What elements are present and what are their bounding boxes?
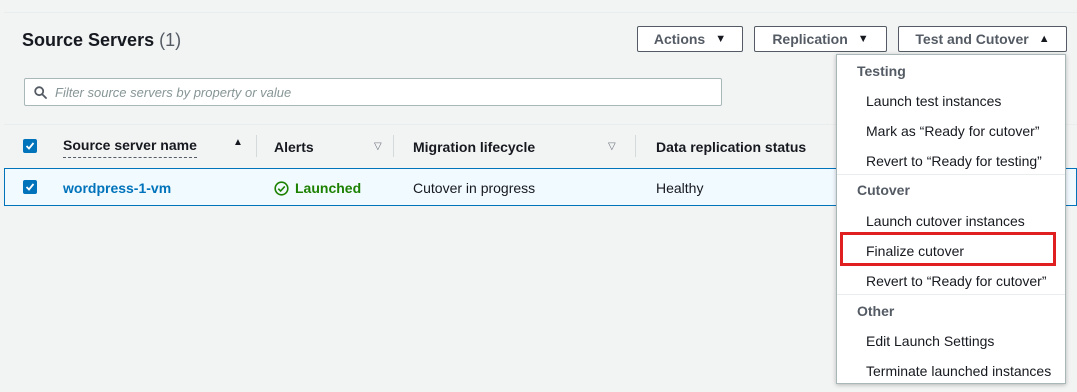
column-header-label: Migration lifecycle — [413, 139, 536, 155]
actions-button[interactable]: Actions ▼ — [637, 26, 743, 52]
menu-item-launch-cutover-instances[interactable]: Launch cutover instances — [866, 213, 1025, 229]
page-title: Source Servers (1) — [22, 30, 181, 51]
filter-search[interactable] — [24, 78, 722, 106]
column-header-label: Source server name — [63, 137, 197, 158]
test-and-cutover-button[interactable]: Test and Cutover ▲ — [898, 26, 1067, 52]
checkbox-checked-icon — [25, 183, 35, 191]
menu-item-revert-ready-for-testing[interactable]: Revert to “Ready for testing” — [866, 153, 1042, 169]
column-header-alerts[interactable]: Alerts — [274, 139, 314, 155]
caret-down-icon: ▼ — [857, 33, 869, 45]
server-count: (1) — [159, 30, 182, 50]
column-header-source-server-name[interactable]: Source server name — [63, 137, 197, 158]
actions-button-label: Actions — [653, 31, 706, 47]
sort-neutral-icon[interactable]: ▽ — [608, 141, 616, 152]
menu-item-terminate-launched-instances[interactable]: Terminate launched instances — [866, 363, 1051, 379]
column-header-label: Data replication status — [656, 139, 807, 155]
column-header-migration-lifecycle[interactable]: Migration lifecycle — [413, 139, 535, 155]
column-divider — [393, 135, 394, 157]
migration-lifecycle-value: Cutover in progress — [413, 180, 536, 196]
menu-item-revert-ready-for-cutover[interactable]: Revert to “Ready for cutover” — [866, 273, 1047, 289]
alert-status-label: Launched — [295, 180, 362, 196]
data-replication-status-value: Healthy — [656, 180, 704, 196]
highlight-box — [840, 232, 1056, 266]
menu-item-edit-launch-settings[interactable]: Edit Launch Settings — [866, 333, 994, 349]
column-divider — [635, 135, 636, 157]
menu-divider — [837, 294, 1065, 295]
status-success-icon — [274, 180, 289, 196]
menu-group-testing: Testing — [857, 63, 906, 79]
test-and-cutover-button-label: Test and Cutover — [915, 31, 1029, 47]
menu-group-other: Other — [857, 303, 895, 319]
column-divider — [256, 135, 257, 157]
search-input[interactable] — [55, 84, 695, 100]
menu-item-mark-ready-for-cutover[interactable]: Mark as “Ready for cutover” — [866, 123, 1040, 139]
sort-neutral-icon[interactable]: ▽ — [374, 141, 382, 152]
column-header-data-replication-status[interactable]: Data replication status — [656, 139, 806, 155]
checkbox-checked-icon — [25, 142, 35, 150]
row-checkbox[interactable] — [23, 180, 37, 194]
source-server-link[interactable]: wordpress-1-vm — [63, 180, 171, 196]
search-icon — [34, 85, 47, 99]
menu-divider — [837, 174, 1065, 175]
sort-ascending-icon[interactable]: ▲ — [233, 137, 243, 148]
alert-status: Launched — [274, 180, 361, 196]
title-text: Source Servers — [22, 30, 155, 50]
caret-up-icon: ▲ — [1038, 33, 1050, 45]
replication-button-label: Replication — [772, 31, 848, 47]
menu-item-launch-test-instances[interactable]: Launch test instances — [866, 93, 1001, 109]
replication-button[interactable]: Replication ▼ — [754, 26, 887, 52]
select-all-checkbox[interactable] — [23, 139, 37, 153]
test-and-cutover-menu: Testing Launch test instances Mark as “R… — [836, 54, 1066, 384]
menu-group-cutover: Cutover — [857, 182, 910, 198]
caret-down-icon: ▼ — [715, 33, 727, 45]
column-header-label: Alerts — [274, 139, 314, 155]
